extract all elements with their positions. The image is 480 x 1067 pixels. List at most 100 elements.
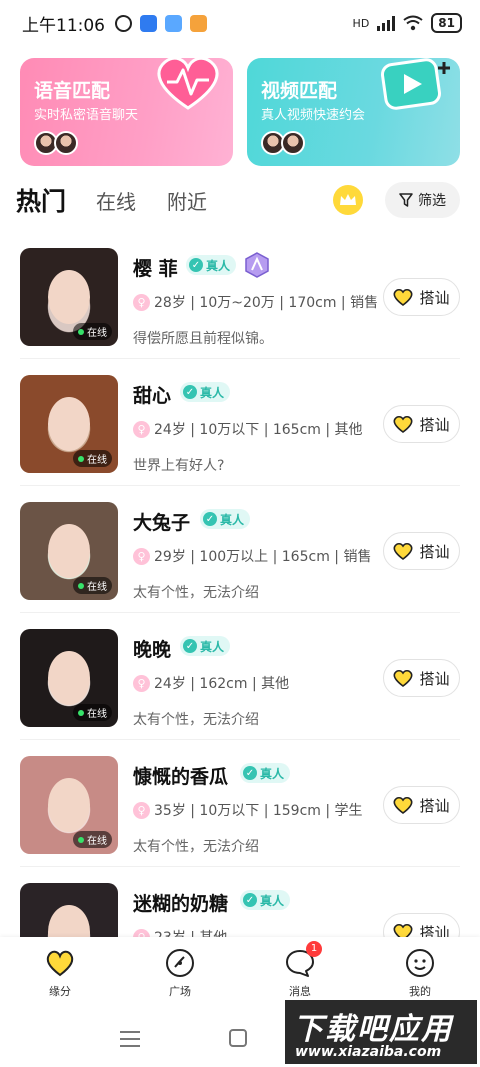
- heart-icon: [393, 415, 413, 433]
- user-photo[interactable]: 在线: [20, 375, 118, 473]
- online-badge: 在线: [73, 450, 112, 467]
- real-person-badge: ✓ 真人: [180, 636, 231, 656]
- status-time: 上午11:06: [22, 15, 105, 36]
- user-signature: 太有个性，无法介绍: [133, 585, 259, 601]
- filter-button[interactable]: 筛选: [385, 182, 460, 218]
- filter-icon: [399, 193, 413, 207]
- avatar: [54, 131, 78, 155]
- battery-indicator: 81: [431, 13, 462, 33]
- user-photo[interactable]: 在线: [20, 629, 118, 727]
- user-name: 甜心: [133, 385, 172, 407]
- bottom-nav: 缘分 广场 1 消息 我的: [0, 937, 480, 1005]
- user-name: 晚晚: [133, 639, 172, 661]
- female-icon: ♀: [133, 293, 150, 311]
- online-badge: 在线: [73, 577, 112, 594]
- nav-item-square[interactable]: 广场: [140, 947, 220, 999]
- app-notification-icon: [190, 14, 207, 32]
- compass-icon: [166, 949, 194, 977]
- user-info: ♀ 35岁 | 10万以下 | 159cm | 学生: [133, 800, 363, 820]
- voice-match-card[interactable]: 语音匹配 实时私密语音聊天: [20, 58, 233, 166]
- heart-icon: [393, 923, 413, 937]
- rank-medal-icon: [245, 252, 269, 278]
- nav-item-messages[interactable]: 1 消息: [260, 941, 340, 999]
- list-item[interactable]: 在线 慷慨的香瓜 ✓ 真人 ♀ 35岁 | 10万以下 | 159cm | 学生 太…: [0, 740, 480, 867]
- chat-button[interactable]: 搭讪: [383, 405, 460, 443]
- list-item[interactable]: 迷糊的奶糖 ✓真人 ♀23岁 | 其他 搭讪: [0, 867, 480, 937]
- chat-button[interactable]: 搭讪: [383, 913, 460, 937]
- video-match-subtitle: 真人视频快速约会: [261, 108, 366, 123]
- female-icon: ♀: [133, 801, 150, 819]
- list-item[interactable]: 在线 樱 菲 ✓ 真人 ♀ 28岁 | 10万~20万 | 170cm | 销售 得…: [0, 232, 480, 359]
- video-match-avatars: [261, 131, 305, 155]
- user-info: ♀23岁 | 其他: [133, 927, 227, 937]
- female-icon: ♀: [133, 674, 150, 692]
- list-item[interactable]: 在线 大兔子 ✓ 真人 ♀ 29岁 | 100万以上 | 165cm | 销售 太有…: [0, 486, 480, 613]
- nav-label: 广场: [169, 985, 191, 998]
- user-signature: 太有个性，无法介绍: [133, 839, 259, 855]
- watermark-url: www.xiazaiba.com: [295, 1044, 442, 1060]
- nav-item-me[interactable]: 我的: [380, 947, 460, 999]
- online-badge: 在线: [73, 831, 112, 848]
- chat-button[interactable]: 搭讪: [383, 532, 460, 570]
- user-info: ♀ 28岁 | 10万~20万 | 170cm | 销售: [133, 292, 378, 312]
- profile-icon: [406, 949, 434, 977]
- chat-button[interactable]: 搭讪: [383, 786, 460, 824]
- tab-nearby[interactable]: 附近: [167, 186, 207, 215]
- check-icon: ✓: [203, 512, 217, 526]
- nav-label: 消息: [289, 985, 311, 998]
- wifi-icon: [403, 15, 423, 31]
- user-photo[interactable]: [20, 883, 118, 937]
- nav-label: 缘分: [49, 985, 71, 998]
- user-photo[interactable]: 在线: [20, 502, 118, 600]
- heart-icon: [393, 542, 413, 560]
- status-bar: 上午11:06 HD 81: [0, 0, 480, 46]
- heart-wave-icon: [157, 58, 219, 110]
- vip-crown-button[interactable]: [333, 185, 363, 215]
- nav-item-fate[interactable]: 缘分: [20, 947, 100, 999]
- female-icon: ♀: [133, 420, 150, 438]
- user-list[interactable]: 在线 樱 菲 ✓ 真人 ♀ 28岁 | 10万~20万 | 170cm | 销售 得…: [0, 232, 480, 937]
- user-info: ♀ 24岁 | 162cm | 其他: [133, 673, 289, 693]
- avatar: [281, 131, 305, 155]
- watermark: 下载吧应用 www.xiazaiba.com: [285, 1000, 477, 1064]
- check-icon: ✓: [183, 639, 197, 653]
- network-type: HD: [352, 16, 370, 30]
- user-name: 大兔子: [133, 512, 191, 534]
- real-person-badge: ✓ 真人: [240, 890, 291, 910]
- recent-apps-button[interactable]: [120, 1031, 140, 1052]
- tab-hot[interactable]: 热门: [16, 182, 66, 218]
- online-badge: 在线: [73, 323, 112, 340]
- video-match-card[interactable]: 视频匹配 真人视频快速约会: [247, 58, 460, 166]
- signal-icon: [377, 15, 396, 31]
- user-name: 慷慨的香瓜: [133, 766, 229, 788]
- real-person-badge: ✓ 真人: [200, 509, 251, 529]
- home-button[interactable]: [229, 1029, 247, 1047]
- user-info: ♀ 29岁 | 100万以上 | 165cm | 销售: [133, 546, 371, 566]
- voice-match-subtitle: 实时私密语音聊天: [34, 108, 139, 123]
- online-badge: 在线: [73, 704, 112, 721]
- heart-icon: [393, 288, 413, 306]
- app-notification-icon: [140, 14, 157, 32]
- user-signature: 世界上有好人?: [133, 458, 225, 474]
- female-icon: ♀: [133, 547, 150, 565]
- real-person-badge: ✓ 真人: [180, 382, 231, 402]
- list-item[interactable]: 在线 甜心 ✓ 真人 ♀ 24岁 | 10万以下 | 165cm | 其他 世界上有…: [0, 359, 480, 486]
- video-match-title: 视频匹配: [261, 80, 338, 102]
- watermark-title: 下载吧应用: [293, 1012, 453, 1047]
- check-icon: ✓: [183, 385, 197, 399]
- check-icon: ✓: [189, 258, 203, 272]
- user-info: ♀ 24岁 | 10万以下 | 165cm | 其他: [133, 419, 363, 439]
- chat-button[interactable]: 搭讪: [383, 659, 460, 697]
- tab-online[interactable]: 在线: [96, 186, 136, 215]
- unread-badge: 1: [306, 941, 322, 957]
- user-photo[interactable]: 在线: [20, 756, 118, 854]
- heart-icon: [46, 950, 74, 977]
- list-item[interactable]: 在线 晚晚 ✓ 真人 ♀ 24岁 | 162cm | 其他 太有个性，无法介绍 搭讪: [0, 613, 480, 740]
- alarm-icon: [115, 14, 132, 32]
- video-tv-icon: [380, 58, 450, 110]
- heart-icon: [393, 796, 413, 814]
- female-icon: ♀: [133, 928, 150, 937]
- check-icon: ✓: [243, 766, 257, 780]
- user-photo[interactable]: 在线: [20, 248, 118, 346]
- chat-button[interactable]: 搭讪: [383, 278, 460, 316]
